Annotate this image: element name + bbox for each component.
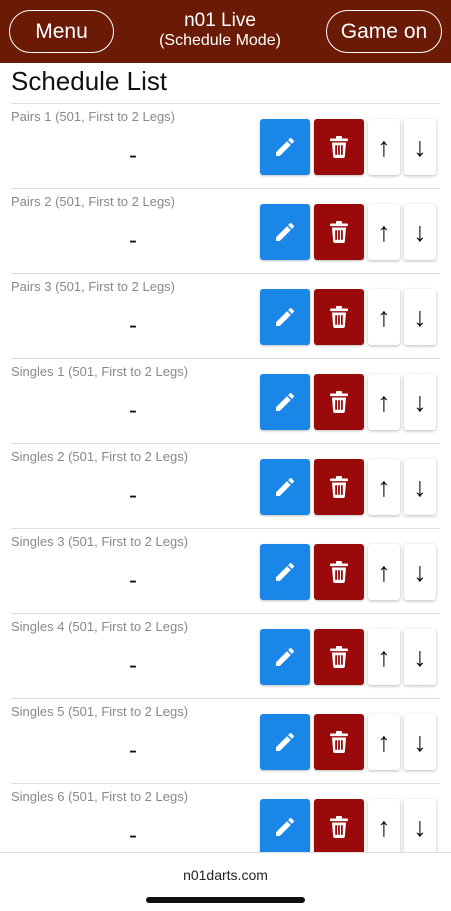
edit-button[interactable]	[260, 289, 310, 345]
match-score: -	[129, 482, 137, 509]
match-score: -	[129, 312, 137, 339]
page-title: Schedule List	[11, 66, 168, 96]
move-down-button[interactable]: ↓	[404, 714, 436, 770]
trash-icon	[328, 645, 350, 669]
header-title: n01 Live (Schedule Mode)	[120, 11, 320, 49]
delete-button[interactable]	[314, 714, 364, 770]
edit-button[interactable]	[260, 544, 310, 600]
match-score: -	[129, 227, 137, 254]
trash-icon	[328, 135, 350, 159]
trash-icon	[328, 560, 350, 584]
match-label: Singles 6 (501, First to 2 Legs)	[11, 789, 189, 804]
match-score: -	[129, 652, 137, 679]
match-label: Singles 4 (501, First to 2 Legs)	[11, 619, 189, 634]
match-score: -	[129, 142, 137, 169]
pencil-icon	[273, 475, 297, 499]
move-up-button[interactable]: ↑	[368, 289, 400, 345]
match-label: Pairs 1 (501, First to 2 Legs)	[11, 109, 176, 124]
footer-site-link[interactable]: n01darts.com	[0, 867, 451, 883]
move-down-button[interactable]: ↓	[404, 459, 436, 515]
edit-button[interactable]	[260, 119, 310, 175]
schedule-row: Singles 2 (501, First to 2 Legs) - ↑ ↓	[11, 443, 440, 528]
schedule-row: Pairs 1 (501, First to 2 Legs) - ↑ ↓	[11, 103, 440, 188]
schedule-row: Singles 3 (501, First to 2 Legs) - ↑ ↓	[11, 528, 440, 613]
pencil-icon	[273, 645, 297, 669]
edit-button[interactable]	[260, 374, 310, 430]
delete-button[interactable]	[314, 459, 364, 515]
move-down-button[interactable]: ↓	[404, 629, 436, 685]
footer: n01darts.com	[0, 852, 451, 911]
edit-button[interactable]	[260, 204, 310, 260]
match-label: Singles 2 (501, First to 2 Legs)	[11, 449, 189, 464]
move-up-button[interactable]: ↑	[368, 204, 400, 260]
match-label: Pairs 2 (501, First to 2 Legs)	[11, 194, 176, 209]
delete-button[interactable]	[314, 629, 364, 685]
move-down-button[interactable]: ↓	[404, 544, 436, 600]
trash-icon	[328, 220, 350, 244]
trash-icon	[328, 815, 350, 839]
match-label: Singles 3 (501, First to 2 Legs)	[11, 534, 189, 549]
home-indicator	[146, 897, 305, 903]
edit-button[interactable]	[260, 799, 310, 855]
match-label: Pairs 3 (501, First to 2 Legs)	[11, 279, 176, 294]
move-down-button[interactable]: ↓	[404, 289, 436, 345]
delete-button[interactable]	[314, 799, 364, 855]
trash-icon	[328, 475, 350, 499]
pencil-icon	[273, 730, 297, 754]
match-score: -	[129, 567, 137, 594]
app-header: Menu n01 Live (Schedule Mode) Game on	[0, 0, 451, 63]
move-up-button[interactable]: ↑	[368, 714, 400, 770]
delete-button[interactable]	[314, 204, 364, 260]
trash-icon	[328, 305, 350, 329]
schedule-row: Pairs 2 (501, First to 2 Legs) - ↑ ↓	[11, 188, 440, 273]
move-up-button[interactable]: ↑	[368, 544, 400, 600]
game-on-button[interactable]: Game on	[326, 10, 442, 53]
move-up-button[interactable]: ↑	[368, 119, 400, 175]
schedule-row: Singles 4 (501, First to 2 Legs) - ↑ ↓	[11, 613, 440, 698]
match-score: -	[129, 397, 137, 424]
match-score: -	[129, 822, 137, 849]
app-title: n01 Live	[184, 10, 256, 31]
app-mode-subtitle: (Schedule Mode)	[159, 32, 281, 49]
pencil-icon	[273, 815, 297, 839]
delete-button[interactable]	[314, 289, 364, 345]
trash-icon	[328, 730, 350, 754]
edit-button[interactable]	[260, 459, 310, 515]
schedule-row: Pairs 3 (501, First to 2 Legs) - ↑ ↓	[11, 273, 440, 358]
schedule-row: Singles 5 (501, First to 2 Legs) - ↑ ↓	[11, 698, 440, 783]
match-score: -	[129, 737, 137, 764]
pencil-icon	[273, 560, 297, 584]
pencil-icon	[273, 305, 297, 329]
delete-button[interactable]	[314, 544, 364, 600]
schedule-row: Singles 1 (501, First to 2 Legs) - ↑ ↓	[11, 358, 440, 443]
move-up-button[interactable]: ↑	[368, 799, 400, 855]
move-up-button[interactable]: ↑	[368, 459, 400, 515]
move-down-button[interactable]: ↓	[404, 799, 436, 855]
match-label: Singles 5 (501, First to 2 Legs)	[11, 704, 189, 719]
pencil-icon	[273, 220, 297, 244]
delete-button[interactable]	[314, 119, 364, 175]
move-up-button[interactable]: ↑	[368, 374, 400, 430]
schedule-list: Pairs 1 (501, First to 2 Legs) - ↑ ↓ Pai	[0, 103, 451, 868]
move-down-button[interactable]: ↓	[404, 119, 436, 175]
menu-button[interactable]: Menu	[9, 10, 114, 53]
edit-button[interactable]	[260, 714, 310, 770]
edit-button[interactable]	[260, 629, 310, 685]
match-label: Singles 1 (501, First to 2 Legs)	[11, 364, 189, 379]
trash-icon	[328, 390, 350, 414]
move-down-button[interactable]: ↓	[404, 374, 436, 430]
move-up-button[interactable]: ↑	[368, 629, 400, 685]
move-down-button[interactable]: ↓	[404, 204, 436, 260]
pencil-icon	[273, 135, 297, 159]
delete-button[interactable]	[314, 374, 364, 430]
pencil-icon	[273, 390, 297, 414]
